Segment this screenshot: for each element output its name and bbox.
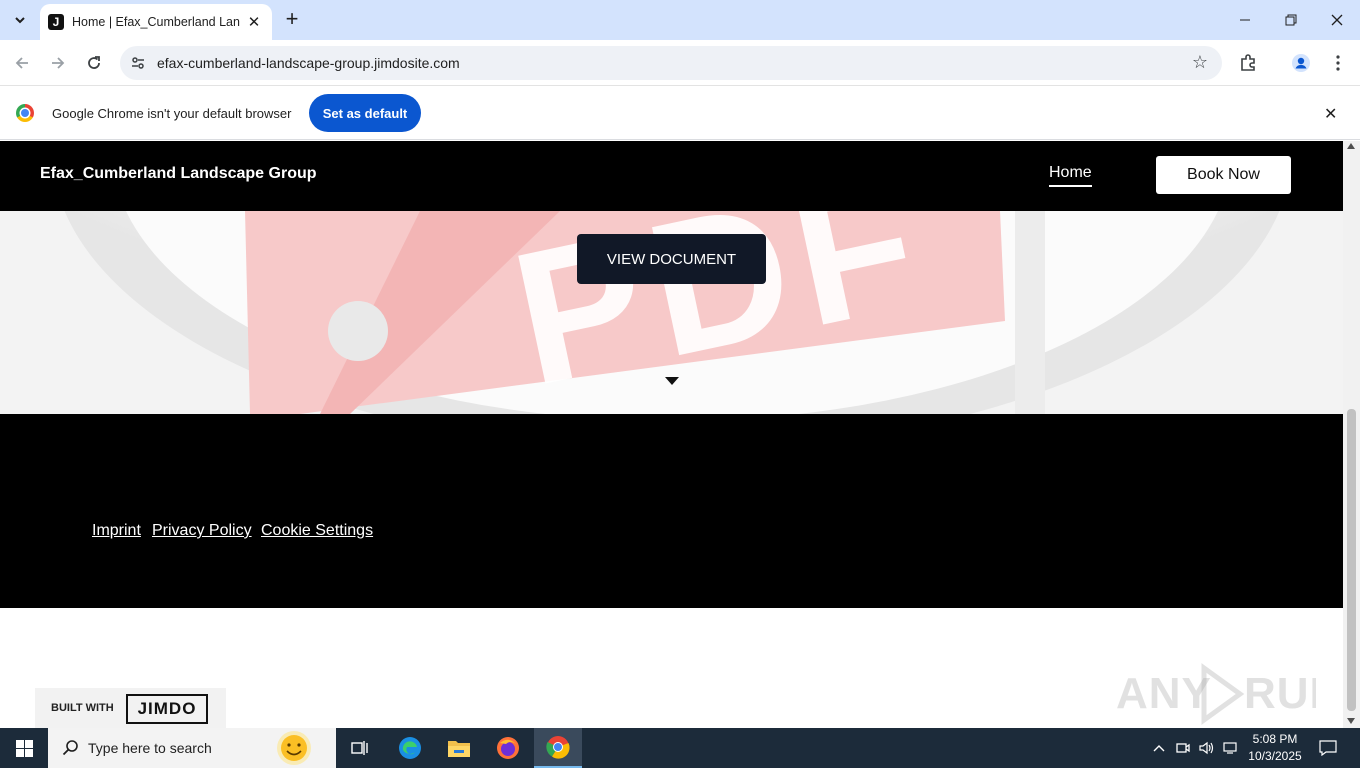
- built-with-label: BUILT WITH: [51, 702, 114, 714]
- restore-icon: [1285, 14, 1297, 26]
- camera-icon: [1176, 743, 1190, 753]
- view-document-button[interactable]: VIEW DOCUMENT: [577, 234, 766, 284]
- taskbar-clock[interactable]: 5:08 PM 10/3/2025: [1244, 731, 1306, 765]
- chevron-up-icon: [1153, 745, 1165, 752]
- kebab-menu-icon: [1336, 55, 1340, 71]
- edge-icon: [399, 737, 421, 759]
- menu-button[interactable]: [1325, 50, 1351, 76]
- footer-link-imprint[interactable]: Imprint: [92, 522, 141, 540]
- notification-icon: [1319, 740, 1337, 756]
- taskbar-search-box[interactable]: Type here to search: [48, 728, 336, 768]
- scroll-down-arrow-icon[interactable]: [665, 377, 679, 385]
- bookmark-star-icon[interactable]: ☆: [1192, 52, 1208, 73]
- clock-time: 5:08 PM: [1252, 732, 1298, 746]
- network-icon: [1223, 742, 1237, 754]
- footer-link-cookie-settings[interactable]: Cookie Settings: [261, 522, 373, 540]
- book-now-button[interactable]: Book Now: [1156, 156, 1291, 194]
- back-button[interactable]: [9, 50, 35, 76]
- tray-network-button[interactable]: [1220, 728, 1242, 768]
- site-title[interactable]: Efax_Cumberland Landscape Group: [40, 165, 317, 183]
- task-view-button[interactable]: [336, 728, 384, 768]
- page-scrollbar[interactable]: [1343, 141, 1360, 728]
- minimize-icon: [1240, 19, 1250, 21]
- arrow-right-icon: [52, 57, 65, 69]
- chrome-logo-icon: [16, 104, 34, 122]
- built-with-jimdo-badge[interactable]: BUILT WITH JIMDO: [35, 688, 226, 728]
- anyrun-watermark-graphic: ANY RUN: [1116, 663, 1341, 725]
- puzzle-icon: [1241, 54, 1255, 71]
- tab-strip: J Home | Efax_Cumberland Landscape Group…: [0, 0, 1360, 40]
- firefox-icon: [497, 737, 519, 759]
- taskbar-file-explorer[interactable]: [435, 728, 483, 768]
- reload-icon: [88, 56, 100, 69]
- profile-button[interactable]: [1288, 50, 1314, 76]
- tray-show-hidden-button[interactable]: [1148, 728, 1170, 768]
- taskbar-edge[interactable]: [386, 728, 434, 768]
- task-view-icon: [351, 741, 368, 755]
- svg-text:RUN: RUN: [1244, 669, 1316, 718]
- browser-toolbar: efax-cumberland-landscape-group.jimdosit…: [0, 40, 1360, 86]
- avatar-icon: [1292, 54, 1310, 72]
- start-button[interactable]: [0, 728, 48, 768]
- new-tab-button[interactable]: +: [280, 8, 304, 32]
- taskbar-chrome[interactable]: [534, 728, 582, 768]
- jimdo-favicon-icon: J: [48, 14, 64, 30]
- chrome-icon: [546, 736, 570, 759]
- weather-sun-icon[interactable]: [266, 730, 322, 766]
- page-viewport: Efax_Cumberland Landscape Group Home Boo…: [0, 141, 1343, 728]
- svg-text:ANY: ANY: [1116, 669, 1212, 718]
- tray-volume-button[interactable]: [1196, 728, 1218, 768]
- active-tab[interactable]: J Home | Efax_Cumberland Landscape Group…: [40, 4, 272, 40]
- nav-home-link[interactable]: Home: [1049, 164, 1092, 187]
- scrollbar-thumb[interactable]: [1347, 409, 1356, 711]
- set-as-default-button[interactable]: Set as default: [309, 94, 421, 132]
- search-icon: [62, 740, 78, 756]
- infobar-close-icon[interactable]: ✕: [1324, 104, 1337, 124]
- close-window-button[interactable]: [1314, 0, 1360, 40]
- tray-meet-button[interactable]: [1172, 728, 1194, 768]
- jimdo-logo: JIMDO: [126, 694, 208, 724]
- taskbar-firefox[interactable]: [484, 728, 532, 768]
- scroll-down-arrow-icon[interactable]: [1347, 718, 1355, 724]
- tab-search-button[interactable]: [6, 6, 34, 34]
- taskbar-search-placeholder: Type here to search: [88, 740, 212, 756]
- reload-button[interactable]: [81, 50, 107, 76]
- url-text[interactable]: efax-cumberland-landscape-group.jimdosit…: [157, 55, 460, 71]
- site-footer: Imprint Privacy Policy Cookie Settings: [0, 414, 1343, 608]
- windows-logo-icon: [15, 739, 33, 757]
- site-header: Efax_Cumberland Landscape Group Home Boo…: [0, 141, 1343, 211]
- anyrun-watermark-logo: ANY RUN: [1116, 662, 1341, 728]
- infobar-message: Google Chrome isn't your default browser: [52, 106, 292, 121]
- hero-section: PDF VIEW DOCUMENT: [0, 211, 1343, 414]
- folder-icon: [448, 741, 470, 757]
- windows-taskbar: Type here to search 5:08 PM 10/3/2025: [0, 728, 1360, 768]
- minimize-button[interactable]: [1222, 0, 1268, 40]
- forward-button[interactable]: [45, 50, 71, 76]
- address-bar[interactable]: efax-cumberland-landscape-group.jimdosit…: [120, 46, 1222, 80]
- scroll-up-arrow-icon[interactable]: [1347, 143, 1355, 149]
- arrow-left-icon: [15, 57, 28, 69]
- restore-button[interactable]: [1268, 0, 1314, 40]
- notifications-button[interactable]: [1314, 728, 1342, 768]
- extensions-button[interactable]: [1235, 50, 1261, 76]
- tab-close-icon[interactable]: ✕: [244, 13, 264, 31]
- speaker-icon: [1199, 741, 1214, 755]
- close-icon: [1331, 14, 1343, 26]
- clock-date: 10/3/2025: [1248, 749, 1302, 763]
- tab-title: Home | Efax_Cumberland Landscape Group: [72, 15, 240, 29]
- chevron-down-icon: [15, 17, 25, 24]
- footer-link-privacy-policy[interactable]: Privacy Policy: [152, 522, 252, 540]
- default-browser-infobar: Google Chrome isn't your default browser…: [0, 87, 1360, 140]
- site-settings-icon[interactable]: [130, 55, 146, 71]
